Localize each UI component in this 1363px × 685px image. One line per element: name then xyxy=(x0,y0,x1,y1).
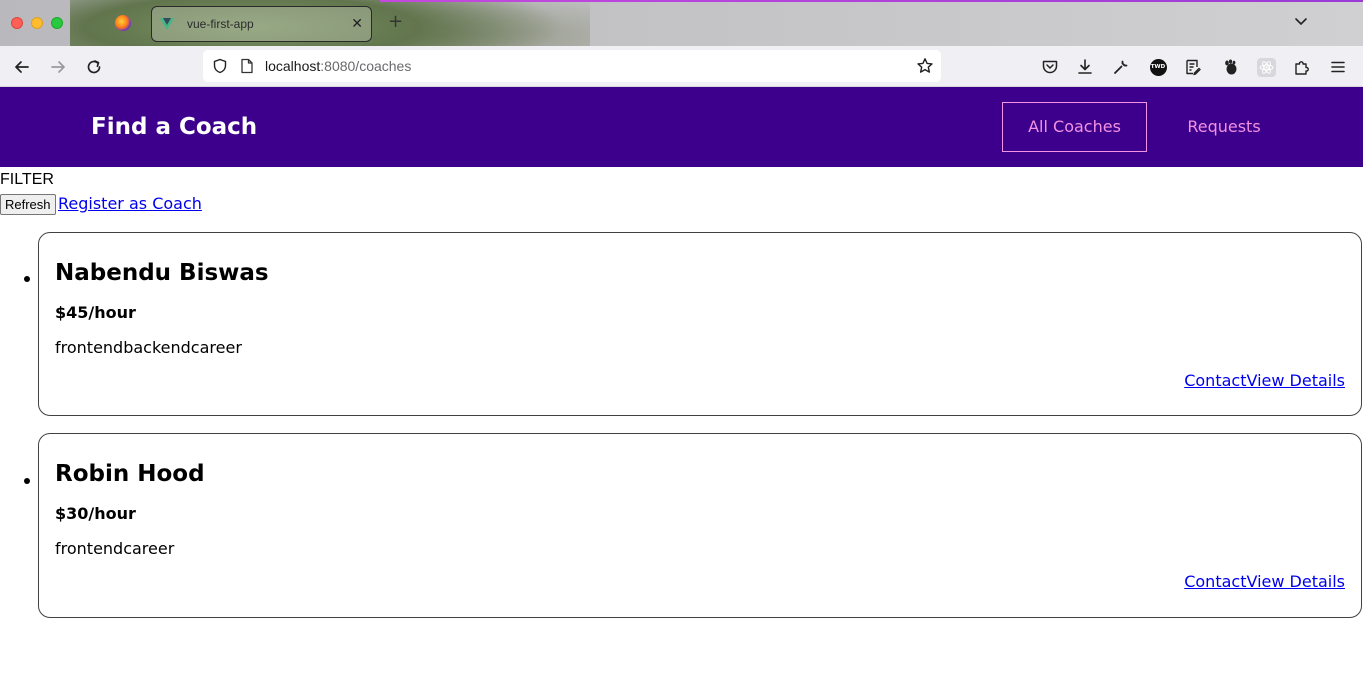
pocket-icon[interactable] xyxy=(1040,57,1060,77)
window-minimize-button[interactable] xyxy=(31,17,43,29)
extensions-puzzle-icon[interactable] xyxy=(1292,57,1312,77)
coach-name: Nabendu Biswas xyxy=(55,260,269,286)
view-details-link[interactable]: View Details xyxy=(1246,371,1345,390)
view-details-link[interactable]: View Details xyxy=(1246,572,1345,591)
main-content: FILTER Refresh Register as Coach Nabendu… xyxy=(0,167,1363,685)
twd-badge-text: TWD xyxy=(1149,58,1167,76)
react-devtools-icon[interactable] xyxy=(1256,57,1276,77)
filter-section-label: FILTER xyxy=(0,171,54,188)
url-host: localhost xyxy=(265,58,321,74)
browser-toolbar: localhost:8080/coaches TWD xyxy=(0,46,1363,87)
tab-close-icon[interactable]: ✕ xyxy=(351,17,363,31)
download-icon[interactable] xyxy=(1075,57,1095,77)
vue-logo-icon xyxy=(160,18,174,30)
coach-name: Robin Hood xyxy=(55,461,205,487)
reload-icon[interactable] xyxy=(84,57,104,77)
browser-tab[interactable]: vue-first-app ✕ xyxy=(151,6,372,42)
coach-rate: $30/hour xyxy=(55,504,136,523)
refresh-button[interactable]: Refresh xyxy=(0,194,56,215)
shield-icon[interactable] xyxy=(212,58,228,78)
gnome-extension-icon[interactable] xyxy=(1220,57,1240,77)
nav-requests[interactable]: Requests xyxy=(1162,102,1286,152)
browser-titlebar: vue-first-app ✕ + xyxy=(0,0,1363,46)
back-arrow-icon[interactable] xyxy=(12,57,32,77)
brand-link[interactable]: Find a Coach xyxy=(91,87,257,167)
app-header: Find a Coach All Coaches Requests xyxy=(0,87,1363,167)
hamburger-menu-icon[interactable] xyxy=(1328,57,1348,77)
url-text[interactable]: localhost:8080/coaches xyxy=(265,58,411,74)
coach-card: Robin Hood $30/hour frontendcareer Conta… xyxy=(38,433,1362,618)
bookmark-star-icon[interactable] xyxy=(916,57,934,79)
forward-arrow-icon[interactable] xyxy=(48,57,68,77)
coach-card: Nabendu Biswas $45/hour frontendbackendc… xyxy=(38,232,1362,416)
wrench-icon[interactable] xyxy=(1111,57,1131,77)
page-icon[interactable] xyxy=(240,58,254,78)
window-close-button[interactable] xyxy=(11,17,23,29)
reader-list-icon[interactable] xyxy=(1183,57,1203,77)
coach-actions: ContactView Details xyxy=(1184,572,1345,591)
twd-extension-icon[interactable]: TWD xyxy=(1148,57,1168,77)
coach-rate: $45/hour xyxy=(55,303,136,322)
coach-areas: frontendcareer xyxy=(55,539,175,558)
theme-accent-line xyxy=(380,0,1363,2)
contact-link[interactable]: Contact xyxy=(1184,371,1246,390)
coach-areas: frontendbackendcareer xyxy=(55,338,242,357)
list-bullet xyxy=(24,276,30,282)
register-as-coach-link[interactable]: Register as Coach xyxy=(58,194,202,213)
contact-link[interactable]: Contact xyxy=(1184,572,1246,591)
address-bar[interactable]: localhost:8080/coaches xyxy=(203,50,941,82)
coach-actions: ContactView Details xyxy=(1184,371,1345,390)
tab-title: vue-first-app xyxy=(187,17,254,31)
window-maximize-button[interactable] xyxy=(51,17,63,29)
new-tab-button[interactable]: + xyxy=(388,13,403,31)
url-path: :8080/coaches xyxy=(320,58,412,74)
nav-all-coaches[interactable]: All Coaches xyxy=(1002,102,1147,152)
chevron-down-icon[interactable] xyxy=(1294,14,1308,28)
firefox-logo-icon xyxy=(115,15,131,31)
list-bullet xyxy=(24,478,30,484)
